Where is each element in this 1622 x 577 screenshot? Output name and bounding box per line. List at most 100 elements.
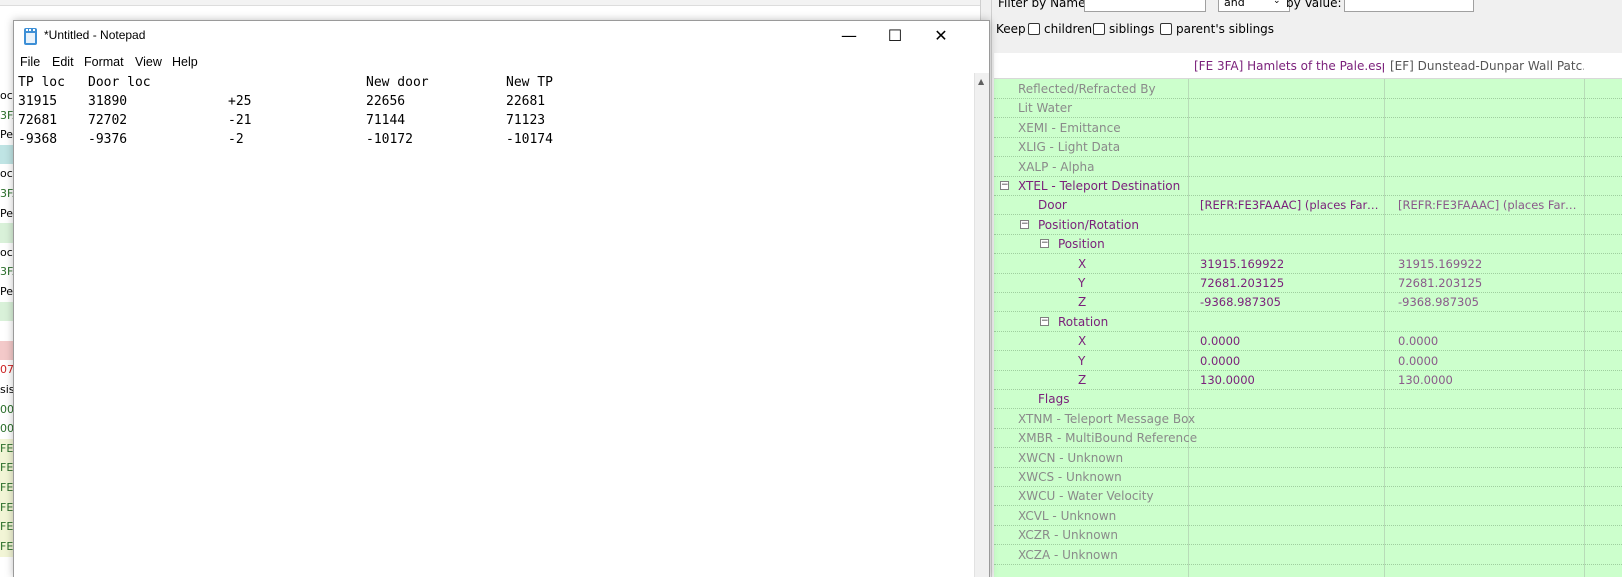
grid-row[interactable]: Flags — [994, 389, 1622, 410]
grid-row[interactable]: XCZA - Unknown — [994, 545, 1622, 565]
menu-file[interactable]: File — [20, 55, 40, 69]
grid-row[interactable]: XTNM - Teleport Message Box — [994, 409, 1622, 429]
field-value-plugin-2[interactable]: 130.0000 — [1398, 373, 1584, 387]
record-list-row[interactable]: FE — [0, 497, 14, 518]
grid-row[interactable]: XALP - Alpha — [994, 157, 1622, 177]
field-value-plugin-1[interactable]: [REFR:FE3FAAAC] (places Farmh... — [1200, 198, 1382, 212]
record-list-row[interactable]: 3FA — [0, 105, 14, 126]
menu-view[interactable]: View — [135, 55, 162, 69]
grid-row[interactable]: XWCS - Unknown — [994, 467, 1622, 487]
grid-row[interactable]: Lit Water — [994, 98, 1622, 119]
text-cell: -2 — [228, 132, 244, 147]
text-cell: -9376 — [88, 132, 128, 147]
field-value-plugin-1[interactable]: -9368.987305 — [1200, 295, 1382, 309]
grid-row[interactable]: XWCN - Unknown — [994, 448, 1622, 468]
record-list-row[interactable] — [0, 144, 14, 165]
record-list-row[interactable]: FE — [0, 536, 14, 557]
grid-row[interactable]: XEMI - Emittance — [994, 118, 1622, 138]
collapse-toggle-icon[interactable]: − — [1020, 219, 1029, 229]
field-value-plugin-2[interactable]: 0.0000 — [1398, 354, 1584, 368]
field-value-plugin-1[interactable]: 0.0000 — [1200, 334, 1382, 348]
grid-row[interactable]: Door [REFR:FE3FAAAC] (places Farmh... [REF… — [994, 195, 1622, 216]
field-value-plugin-1[interactable]: 31915.169922 — [1200, 257, 1382, 271]
record-list-row[interactable]: oc — [0, 86, 14, 106]
field-value-plugin-1[interactable]: 72681.203125 — [1200, 276, 1382, 290]
grid-row[interactable]: − XTEL - Teleport Destination — [994, 176, 1622, 196]
collapse-toggle-icon[interactable]: − — [1040, 316, 1049, 326]
field-name: Lit Water — [1018, 101, 1073, 116]
grid-row[interactable]: X 0.0000 0.0000 — [994, 331, 1622, 352]
record-list-row[interactable] — [0, 301, 14, 322]
by-value-label: by Value: — [1286, 0, 1342, 10]
maximize-button[interactable]: ☐ — [872, 21, 918, 53]
keep-parents-siblings-checkbox[interactable] — [1160, 23, 1172, 35]
keep-options: Keep children siblings parent's siblings — [992, 22, 1622, 40]
record-list-row[interactable]: FE — [0, 458, 14, 479]
record-list-row[interactable]: 00 — [0, 419, 14, 440]
grid-row[interactable]: Y 72681.203125 72681.203125 — [994, 273, 1622, 293]
menu-help[interactable]: Help — [172, 55, 198, 69]
field-value-plugin-2[interactable]: 72681.203125 — [1398, 276, 1584, 290]
grid-row[interactable]: XWCU - Water Velocity — [994, 486, 1622, 507]
field-value-plugin-1[interactable]: 0.0000 — [1200, 354, 1382, 368]
vertical-scrollbar[interactable]: ▲ — [974, 73, 989, 577]
grid-row[interactable]: XMBR - MultiBound Reference — [994, 428, 1622, 449]
record-list-row[interactable]: 00 — [0, 399, 14, 420]
record-list-row[interactable] — [0, 223, 14, 244]
keep-siblings-label[interactable]: siblings — [1109, 22, 1154, 36]
minimize-button[interactable]: — — [826, 21, 872, 53]
keep-parents-siblings-label[interactable]: parent's siblings — [1176, 22, 1274, 36]
field-name: Reflected/Refracted By — [1018, 82, 1156, 96]
field-value-plugin-2[interactable]: 0.0000 — [1398, 334, 1584, 348]
keep-children-label[interactable]: children — [1044, 22, 1092, 36]
grid-row[interactable]: XCZR - Unknown — [994, 525, 1622, 546]
column-header-plugin-1[interactable]: [FE 3FA] Hamlets of the Pale.esp — [1194, 59, 1384, 73]
filter-by-name-input[interactable] — [1084, 0, 1206, 12]
grid-row[interactable]: Z -9368.987305 -9368.987305 — [994, 292, 1622, 313]
grid-row[interactable]: − Rotation — [994, 312, 1622, 332]
keep-children-checkbox[interactable] — [1028, 23, 1040, 35]
grid-row[interactable]: Reflected/Refracted By — [994, 79, 1622, 99]
grid-row[interactable]: Z 130.0000 130.0000 — [994, 370, 1622, 390]
grid-row[interactable]: − Position — [994, 234, 1622, 255]
text-editor-area[interactable]: TP loc Door loc New door New TP 31915 31… — [14, 73, 974, 577]
grid-row[interactable]: XLIG - Light Data — [994, 137, 1622, 158]
filter-operator-select[interactable]: and ⌄ — [1218, 0, 1290, 12]
record-list-row[interactable] — [0, 340, 14, 361]
by-value-input[interactable] — [1344, 0, 1474, 12]
grid-row[interactable]: XCVL - Unknown — [994, 506, 1622, 526]
collapse-toggle-icon[interactable]: − — [1000, 181, 1009, 190]
close-button[interactable]: ✕ — [918, 21, 964, 53]
record-list-row[interactable]: Pe — [0, 203, 14, 224]
record-list-row[interactable]: Pe — [0, 282, 14, 302]
collapse-toggle-icon[interactable]: − — [1040, 239, 1049, 249]
keep-siblings-checkbox[interactable] — [1093, 23, 1105, 35]
record-list-row[interactable]: 3FA — [0, 184, 14, 204]
record-list-row[interactable]: Pe — [0, 125, 14, 146]
column-header-plugin-2[interactable]: [EF] Dunstead-Dunpar Wall Patc... — [1390, 59, 1584, 73]
notepad-window[interactable]: *Untitled - Notepad — ☐ ✕ File Edit Form… — [13, 20, 990, 577]
field-name: Door — [1038, 198, 1067, 213]
field-value-plugin-2[interactable]: 31915.169922 — [1398, 257, 1584, 271]
record-list-row[interactable]: 3FA — [0, 262, 14, 283]
field-value-plugin-2[interactable]: [REFR:FE3FAAAC] (places Farmh... — [1398, 198, 1584, 212]
text-cell: TP loc — [18, 75, 65, 90]
grid-row[interactable]: Y 0.0000 0.0000 — [994, 351, 1622, 371]
scroll-up-arrow-icon[interactable]: ▲ — [978, 77, 984, 86]
record-list-row[interactable]: FE — [0, 438, 14, 459]
record-list-row[interactable]: FE — [0, 517, 14, 538]
record-list-row[interactable] — [0, 321, 14, 342]
record-list-row[interactable]: 074 — [0, 360, 14, 381]
notepad-title-bar[interactable]: *Untitled - Notepad — ☐ ✕ — [14, 21, 989, 53]
menu-edit[interactable]: Edit — [52, 55, 74, 69]
record-list-row[interactable]: oc — [0, 242, 14, 263]
field-name: XLIG - Light Data — [1018, 140, 1121, 155]
field-value-plugin-2[interactable]: -9368.987305 — [1398, 295, 1584, 309]
grid-row[interactable]: − Position/Rotation — [994, 215, 1622, 235]
grid-row[interactable]: X 31915.169922 31915.169922 — [994, 254, 1622, 274]
record-list-row[interactable]: FE — [0, 478, 14, 498]
record-list-row[interactable]: sist — [0, 380, 14, 400]
menu-format[interactable]: Format — [84, 55, 124, 69]
field-value-plugin-1[interactable]: 130.0000 — [1200, 373, 1382, 387]
record-list-row[interactable]: oc — [0, 164, 14, 185]
